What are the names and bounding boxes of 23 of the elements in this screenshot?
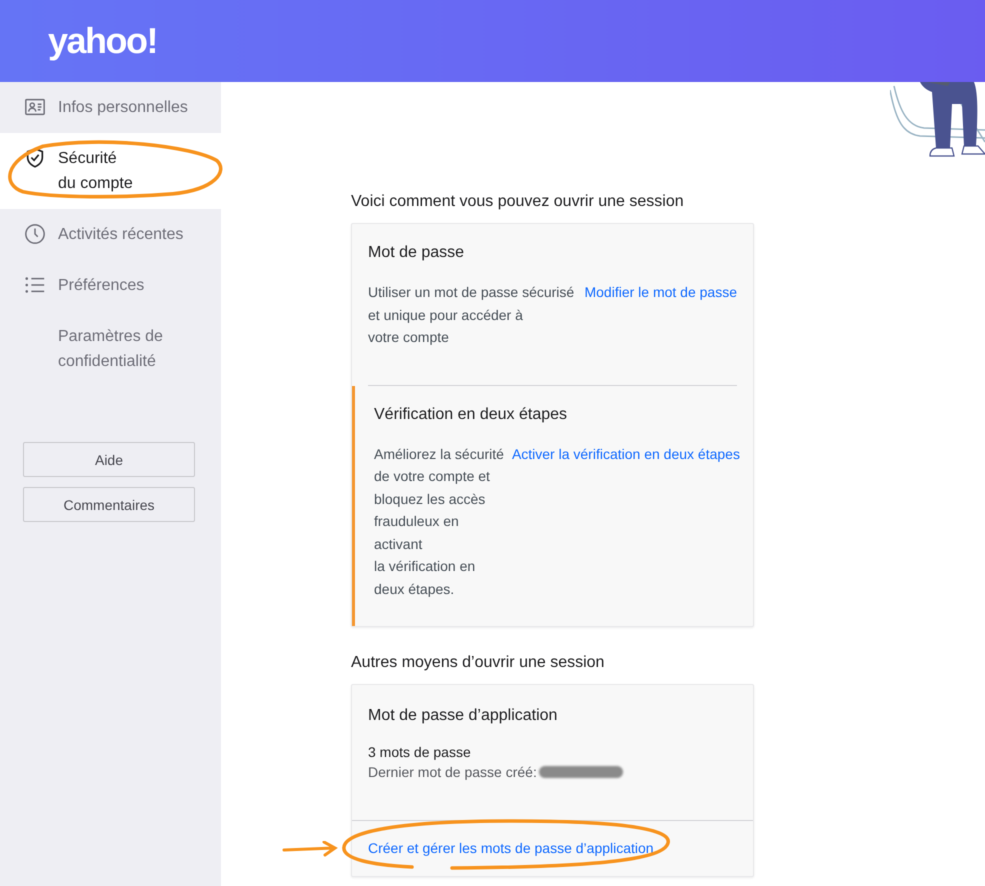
sidebar-item[interactable]: Activités récentes bbox=[0, 209, 221, 260]
card-link[interactable]: Activer la vérification en deux étapes bbox=[512, 442, 740, 600]
password-count: 3 mots de passe bbox=[368, 744, 472, 760]
id-card-icon bbox=[24, 96, 46, 118]
clock-icon bbox=[24, 223, 46, 245]
sidebar-button[interactable]: Aide bbox=[23, 442, 195, 477]
sidebar-button[interactable]: Commentaires bbox=[23, 487, 195, 522]
card-title: Vérification en deux étapes bbox=[374, 404, 568, 424]
section-heading: Autres moyens d’ouvrir une session bbox=[351, 653, 606, 673]
sidebar-item[interactable]: Paramètres de confidentialité bbox=[0, 311, 221, 387]
logo[interactable]: yahoo! bbox=[48, 20, 158, 62]
shield-check-icon bbox=[24, 147, 46, 169]
card-title: Mot de passe d’application bbox=[368, 706, 558, 726]
card-description: Utiliser un mot de passe sécurisé et unique pour accéder à votre compte bbox=[368, 283, 574, 347]
last-created-label: Dernier mot de passe créé: bbox=[368, 764, 537, 780]
card-description: Améliorez la sécurité de votre compte et bloquez les accès frauduleux en activant la vérification en deux étapes. bbox=[374, 444, 504, 599]
sidebar-item[interactable]: Infos personnelles bbox=[0, 82, 221, 133]
sidebar-item[interactable]: Sécurité du compte bbox=[0, 133, 221, 209]
card-link[interactable]: Créer et gérer les mots de passe d’application bbox=[368, 840, 654, 856]
card-link[interactable]: Modifier le mot de passe bbox=[584, 281, 737, 348]
sidebar-item[interactable]: Préférences bbox=[0, 260, 221, 311]
card-title: Mot de passe bbox=[368, 243, 466, 263]
section-heading: Voici comment vous pouvez ouvrir une session bbox=[351, 192, 685, 212]
